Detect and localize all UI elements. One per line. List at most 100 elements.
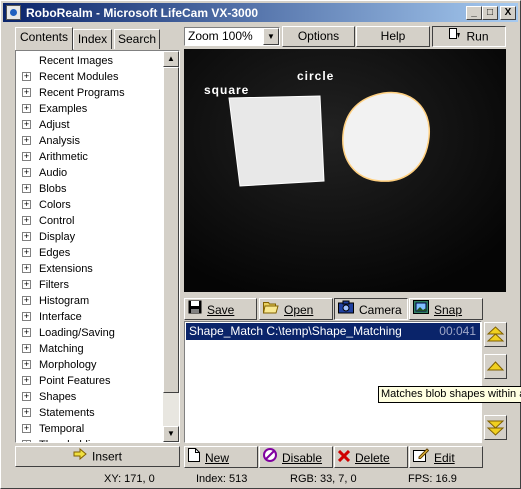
edit-icon xyxy=(413,448,430,468)
tree-item-label: Recent Programs xyxy=(39,87,125,99)
tree-item-label: Point Features xyxy=(39,375,111,387)
help-button[interactable]: Help xyxy=(356,26,430,47)
status-rgb: RGB: 33, 7, 0 xyxy=(290,473,357,485)
save-label: Save xyxy=(207,302,235,317)
expand-plus-icon[interactable]: + xyxy=(22,424,31,433)
pipeline-item[interactable]: Shape_Match C:\temp\Shape_Matching 00:04… xyxy=(186,323,480,340)
tree-item-label: Display xyxy=(39,231,76,243)
move-bottom-button[interactable] xyxy=(484,415,507,440)
tree-item-label: Interface xyxy=(39,311,82,323)
camera-button[interactable]: Camera xyxy=(334,298,408,320)
camera-view[interactable]: square circle xyxy=(184,49,506,292)
tree-item-label: Filters xyxy=(39,279,69,291)
expand-plus-icon[interactable]: + xyxy=(22,440,31,442)
expand-plus-icon[interactable]: + xyxy=(22,136,31,145)
scroll-up-icon[interactable]: ▲ xyxy=(163,51,179,67)
insert-button[interactable]: Insert xyxy=(15,446,180,467)
tree-item-label: Colors xyxy=(39,199,71,211)
square-label: square xyxy=(204,83,250,97)
expand-plus-icon[interactable]: + xyxy=(22,328,31,337)
delete-button[interactable]: Delete xyxy=(334,446,408,468)
expand-plus-icon[interactable]: + xyxy=(22,248,31,257)
expand-plus-icon[interactable]: + xyxy=(22,216,31,225)
options-button[interactable]: Options xyxy=(282,26,355,47)
expand-plus-icon[interactable]: + xyxy=(22,296,31,305)
expand-plus-icon[interactable]: + xyxy=(22,392,31,401)
expand-plus-icon[interactable]: + xyxy=(22,280,31,289)
tree-item-label: Blobs xyxy=(39,183,67,195)
delete-label: Delete xyxy=(355,450,390,465)
app-icon[interactable] xyxy=(6,5,21,20)
tree-item-label: Thresholding xyxy=(39,437,103,442)
status-fps: FPS: 16.9 xyxy=(408,473,457,485)
run-icon xyxy=(449,27,461,46)
run-button[interactable]: Run xyxy=(432,26,506,47)
title-bar[interactable]: RoboRealm - Microsoft LifeCam VX-3000 _ … xyxy=(3,3,518,22)
expand-plus-icon[interactable]: + xyxy=(22,104,31,113)
pipeline-list[interactable]: Shape_Match C:\temp\Shape_Matching 00:04… xyxy=(184,321,482,443)
zoom-value: Zoom 100% xyxy=(188,29,253,43)
expand-plus-icon[interactable]: + xyxy=(22,200,31,209)
window-title: RoboRealm - Microsoft LifeCam VX-3000 xyxy=(26,6,259,20)
expand-plus-icon[interactable]: + xyxy=(22,232,31,241)
expand-plus-icon[interactable]: + xyxy=(22,376,31,385)
tree-item-label: Adjust xyxy=(39,119,70,131)
tab-contents[interactable]: Contents xyxy=(15,27,73,50)
main-window: RoboRealm - Microsoft LifeCam VX-3000 _ … xyxy=(0,0,521,489)
edit-button[interactable]: Edit xyxy=(409,446,483,468)
status-xy: XY: 171, 0 xyxy=(104,473,155,485)
minimize-button[interactable]: _ xyxy=(466,6,482,20)
expand-plus-icon[interactable]: + xyxy=(22,88,31,97)
tab-index[interactable]: Index xyxy=(73,29,112,49)
tree-item-label: Arithmetic xyxy=(39,151,88,163)
scroll-thumb[interactable] xyxy=(163,67,179,393)
close-button[interactable]: X xyxy=(500,6,516,20)
square-shape xyxy=(228,95,325,187)
disable-button[interactable]: Disable xyxy=(259,446,333,468)
tree-item-label: Extensions xyxy=(39,263,93,275)
tree-item-label: Examples xyxy=(39,103,88,115)
new-label: New xyxy=(205,450,230,465)
open-label: Open xyxy=(284,302,314,317)
tree-item-label: Morphology xyxy=(39,359,97,371)
tree-item-label: Audio xyxy=(39,167,68,179)
expand-plus-icon[interactable]: + xyxy=(22,184,31,193)
tree-item-label: Matching xyxy=(39,343,84,355)
expand-plus-icon[interactable]: + xyxy=(22,120,31,129)
expand-plus-icon[interactable]: + xyxy=(22,360,31,369)
expand-plus-icon[interactable]: + xyxy=(22,408,31,417)
insert-label: Insert xyxy=(91,449,122,464)
zoom-select[interactable]: Zoom 100% ▼ xyxy=(184,27,280,46)
move-top-button[interactable] xyxy=(484,322,507,347)
move-up-button[interactable] xyxy=(484,354,507,379)
edit-label: Edit xyxy=(434,450,455,465)
module-tree[interactable]: Recent Images + Recent Modules + Recent Prog… xyxy=(15,50,180,443)
tooltip: Matches blob shapes within an image xyxy=(378,386,521,403)
chevron-down-icon[interactable]: ▼ xyxy=(263,28,279,45)
open-button[interactable]: Open xyxy=(259,298,333,320)
expand-plus-icon[interactable]: + xyxy=(22,344,31,353)
tab-search[interactable]: Search xyxy=(114,29,160,49)
folder-open-icon xyxy=(262,300,279,320)
save-button[interactable]: Save xyxy=(184,298,257,320)
tree-item-label: Loading/Saving xyxy=(39,327,115,339)
double-down-arrow-icon xyxy=(486,420,505,436)
snap-button[interactable]: Snap xyxy=(409,298,483,320)
scroll-down-icon[interactable]: ▼ xyxy=(163,426,179,442)
maximize-button[interactable]: □ xyxy=(482,6,498,20)
run-label: Run xyxy=(466,29,489,44)
tree-item-label: Histogram xyxy=(39,295,90,307)
expand-plus-icon[interactable]: + xyxy=(22,152,31,161)
tree-item-label: Recent Images xyxy=(39,55,113,67)
tree-item-label: Temporal xyxy=(39,423,85,435)
expand-plus-icon[interactable]: + xyxy=(22,168,31,177)
expand-plus-icon[interactable]: + xyxy=(22,72,31,81)
expand-plus-icon[interactable]: + xyxy=(22,312,31,321)
expand-plus-icon[interactable]: + xyxy=(22,264,31,273)
circle-shape xyxy=(342,91,430,182)
new-button[interactable]: New xyxy=(184,446,258,468)
tree-item-label: Control xyxy=(39,215,75,227)
status-index: Index: 513 xyxy=(196,473,248,485)
disable-label: Disable xyxy=(282,450,323,465)
tree-scrollbar[interactable]: ▲ ▼ xyxy=(163,51,179,442)
